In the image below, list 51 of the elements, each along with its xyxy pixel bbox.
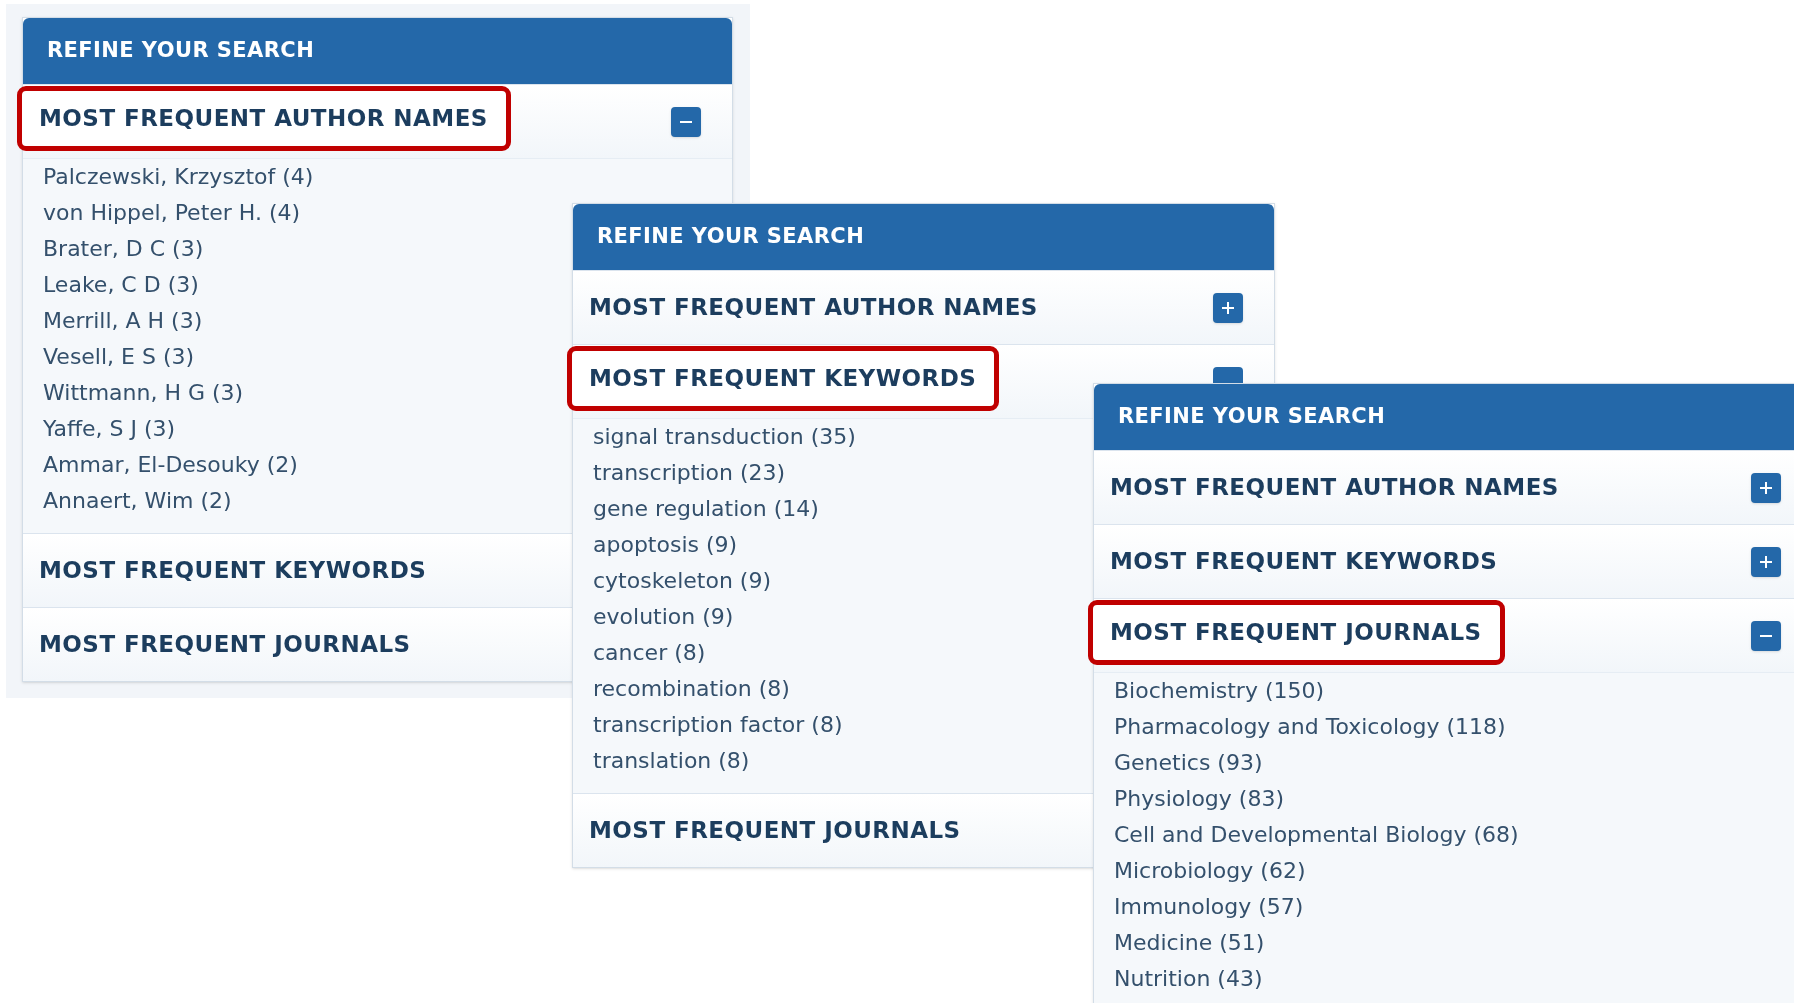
facet-link[interactable]: Cell and Developmental Biology (68) [1114,817,1519,853]
facet-link[interactable]: apoptosis (9) [593,527,738,563]
facet-link[interactable]: Biochemistry (150) [1114,673,1325,709]
facet-link[interactable]: Leake, C D (3) [43,267,199,303]
facet-link[interactable]: gene regulation (14) [593,491,819,527]
panel-title: REFINE YOUR SEARCH [1118,403,1386,431]
facet-link[interactable]: evolution (9) [593,599,734,635]
section-title: MOST FREQUENT KEYWORDS [39,557,427,584]
minus-icon [680,120,692,123]
panel-title: REFINE YOUR SEARCH [597,223,865,251]
collapse-button[interactable] [1751,620,1781,651]
plus-icon [1222,301,1234,314]
facet-link[interactable]: cytoskeleton (9) [593,563,771,599]
facet-link[interactable]: Merrill, A H (3) [43,303,203,339]
facet-link[interactable]: Pharmacology and Toxicology (118) [1114,709,1506,745]
plus-icon [1760,555,1772,568]
expand-button[interactable] [1751,546,1781,577]
facet-link[interactable]: transcription factor (8) [593,707,843,743]
facet-link[interactable]: Nutrition (43) [1114,961,1263,997]
facet-link[interactable]: Medicine (51) [1114,925,1265,961]
facet-link[interactable]: Physiology (83) [1114,781,1284,817]
facet-link[interactable]: Genetics (93) [1114,745,1263,781]
facet-link[interactable]: von Hippel, Peter H. (4) [43,195,301,231]
facet-link[interactable]: Wittmann, H G (3) [43,375,244,411]
section-title: MOST FREQUENT JOURNALS [589,817,961,844]
minus-icon [1760,634,1772,637]
plus-icon [1760,481,1772,494]
expand-button[interactable] [1751,472,1781,503]
facet-link[interactable]: signal transduction (35) [593,419,856,455]
section-title: MOST FREQUENT JOURNALS [1110,619,1482,646]
facet-link[interactable]: recombination (8) [593,671,790,707]
facet-link[interactable]: Microbiology (62) [1114,853,1306,889]
facet-link[interactable]: transcription (23) [593,455,786,491]
section-title: MOST FREQUENT AUTHOR NAMES [39,105,488,132]
facet-link[interactable]: Yaffe, S J (3) [43,411,176,447]
facet-link[interactable]: Ammar, El-Desouky (2) [43,447,298,483]
section-title: MOST FREQUENT KEYWORDS [1110,548,1498,575]
collapse-button[interactable] [671,106,701,137]
panel-title: REFINE YOUR SEARCH [47,37,315,65]
facet-link[interactable]: Brater, D C (3) [43,231,204,267]
section-title: MOST FREQUENT KEYWORDS [589,365,977,392]
facet-link[interactable]: Annaert, Wim (2) [43,483,232,519]
section-title: MOST FREQUENT JOURNALS [39,631,411,658]
facet-link[interactable]: cancer (8) [593,635,706,671]
facet-link[interactable]: Palczewski, Krzysztof (4) [43,159,314,195]
facet-link[interactable]: translation (8) [593,743,750,779]
section-title: MOST FREQUENT AUTHOR NAMES [1110,474,1559,501]
expand-button[interactable] [1213,292,1243,323]
facet-link[interactable]: Vesell, E S (3) [43,339,195,375]
section-title: MOST FREQUENT AUTHOR NAMES [589,294,1038,321]
facet-link[interactable]: Immunology (57) [1114,889,1304,925]
